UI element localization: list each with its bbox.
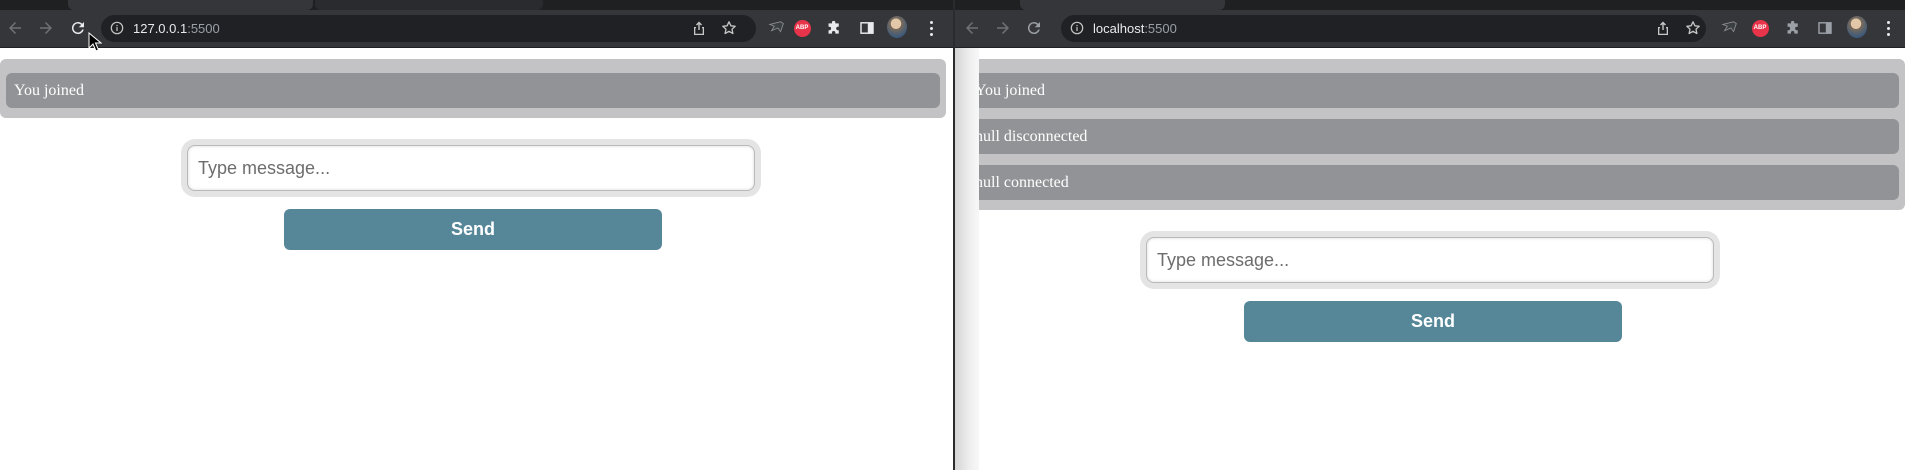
send-button[interactable]: Send: [284, 209, 662, 250]
back-icon: [9, 22, 21, 34]
forward-button[interactable]: [34, 16, 58, 40]
send-button[interactable]: Send: [1244, 301, 1622, 342]
tab-strip: [0, 0, 953, 10]
browser-menu-button[interactable]: [921, 18, 941, 38]
reload-button[interactable]: [66, 16, 90, 40]
url-host: localhost: [1093, 21, 1145, 36]
tab-strip: [955, 0, 1905, 10]
reload-button[interactable]: [1022, 16, 1046, 40]
extensions-menu-button[interactable]: [824, 18, 844, 38]
puzzle-icon: [1787, 20, 1798, 34]
profile-button[interactable]: [887, 16, 907, 38]
tab-active[interactable]: [68, 0, 313, 10]
url-text: 127.0.0.1:5500: [133, 21, 220, 36]
extension-button[interactable]: [1720, 18, 1740, 38]
url-host: 127.0.0.1: [133, 21, 188, 36]
chat-message: null disconnected: [967, 119, 1899, 154]
extension-icon: [1721, 21, 1737, 33]
abp-extension-button[interactable]: ABP: [792, 18, 812, 38]
chat-message: You joined: [6, 73, 940, 108]
sidepanel-icon: [1818, 22, 1832, 34]
url-text: localhost:5500: [1093, 21, 1177, 36]
screen: 127.0.0.1:5500 ABP You joined Type messa…: [0, 0, 1905, 470]
avatar: [1847, 16, 1867, 38]
back-icon: [966, 22, 978, 34]
mouse-cursor-icon: [88, 32, 102, 52]
extension-icon: [768, 21, 784, 33]
back-button[interactable]: [960, 16, 984, 40]
extension-button[interactable]: [767, 18, 787, 38]
browser-toolbar: localhost:5500 ABP: [955, 10, 1905, 48]
extensions-menu-button[interactable]: [1783, 18, 1803, 38]
message-input[interactable]: [187, 145, 755, 191]
side-panel-button[interactable]: [857, 18, 877, 38]
url-port: :5500: [1144, 21, 1177, 36]
chat-message: You joined: [967, 73, 1899, 108]
back-button[interactable]: [3, 16, 27, 40]
browser-toolbar: 127.0.0.1:5500 ABP: [0, 10, 953, 48]
forward-icon: [40, 22, 52, 34]
browser-window-right: localhost:5500 ABP You joined null disco…: [955, 0, 1905, 470]
share-icon[interactable]: [691, 20, 707, 36]
tab-active[interactable]: [1020, 0, 1225, 10]
abp-icon: ABP: [793, 19, 811, 37]
url-port: :5500: [187, 21, 220, 36]
avatar: [887, 16, 907, 38]
side-panel-button[interactable]: [1815, 18, 1835, 38]
kebab-menu-icon: [929, 20, 933, 36]
info-icon[interactable]: [1070, 21, 1084, 35]
reload-icon: [1027, 22, 1040, 35]
tab-inactive[interactable]: [315, 0, 543, 10]
forward-button[interactable]: [991, 16, 1015, 40]
messages-panel: You joined null disconnected null connecte…: [961, 59, 1905, 210]
share-icon[interactable]: [1655, 20, 1671, 36]
address-bar[interactable]: 127.0.0.1:5500: [101, 15, 756, 42]
browser-menu-button[interactable]: [1878, 18, 1898, 38]
reload-icon: [71, 22, 84, 35]
message-input[interactable]: [1146, 237, 1714, 283]
chat-message: null connected: [967, 165, 1899, 200]
address-bar[interactable]: localhost:5500: [1061, 15, 1706, 42]
message-input-wrapper: [181, 139, 761, 197]
star-icon[interactable]: [1685, 20, 1701, 36]
sidepanel-icon: [860, 22, 874, 34]
messages-panel: You joined: [0, 59, 946, 118]
abp-extension-button[interactable]: ABP: [1750, 18, 1770, 38]
puzzle-icon: [828, 20, 839, 34]
forward-icon: [997, 22, 1009, 34]
message-input-wrapper: [1140, 231, 1720, 289]
star-icon[interactable]: [721, 20, 737, 36]
profile-button[interactable]: [1847, 16, 1867, 38]
kebab-menu-icon: [1886, 20, 1890, 36]
browser-window-left: 127.0.0.1:5500 ABP You joined Type messa…: [0, 0, 953, 470]
abp-icon: ABP: [1751, 19, 1769, 37]
window-shadow: [955, 48, 979, 470]
info-icon[interactable]: [110, 21, 124, 35]
